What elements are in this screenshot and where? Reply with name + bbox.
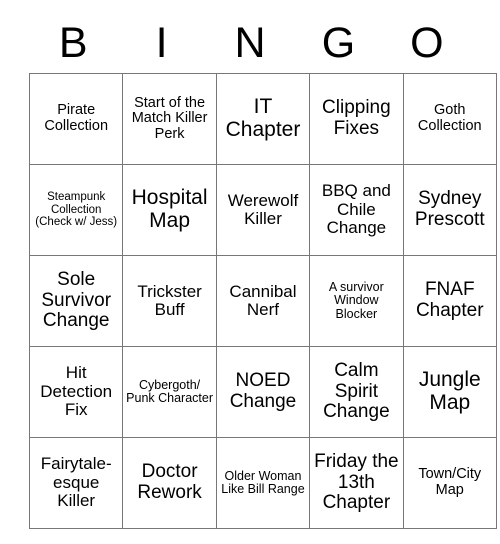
bingo-row: Sole Survivor Change Trickster Buff Cann… <box>28 255 497 347</box>
bingo-cell-label: Hospital Map <box>131 186 208 232</box>
bingo-cell[interactable]: Sydney Prescott <box>402 164 497 256</box>
bingo-header-letter-g: G <box>321 19 356 67</box>
bingo-cell[interactable]: Start of the Match Killer Perk <box>122 73 217 165</box>
bingo-row: Hit Detection Fix Cybergoth/ Punk Charac… <box>28 346 497 438</box>
bingo-header-letter-i: I <box>155 19 168 67</box>
bingo-cell-label: Doctor Rework <box>137 461 202 503</box>
bingo-cell[interactable]: Older Woman Like Bill Range <box>215 437 311 529</box>
bingo-cell[interactable]: FNAF Chapter <box>402 255 497 347</box>
bingo-header-letter-o: O <box>410 19 444 67</box>
bingo-cell-label: Older Woman Like Bill Range <box>221 468 305 496</box>
bingo-cell[interactable]: Goth Collection <box>402 73 497 165</box>
bingo-cell-label: Fairytale-esque Killer <box>40 454 112 511</box>
bingo-cell-label: Start of the Match Killer Perk <box>131 94 208 142</box>
bingo-cell-label: Sydney Prescott <box>414 188 485 230</box>
bingo-cell[interactable]: Cybergoth/ Punk Character <box>122 346 217 438</box>
bingo-card: B I N G O Pirate Collection Start of the… <box>28 0 497 529</box>
bingo-cell[interactable]: Clipping Fixes <box>309 73 404 165</box>
bingo-cell[interactable]: BBQ and Chile Change <box>309 164 404 256</box>
bingo-header-letter-n: N <box>234 19 266 67</box>
bingo-cell-label: Goth Collection <box>417 102 482 134</box>
bingo-cell-label: BBQ and Chile Change <box>321 181 391 238</box>
bingo-row: Fairytale-esque Killer Doctor Rework Old… <box>28 437 497 529</box>
bingo-cell-label: Hit Detection Fix <box>40 363 113 420</box>
bingo-cell-label: Cybergoth/ Punk Character <box>126 377 214 405</box>
bingo-cell[interactable]: Hit Detection Fix <box>28 346 124 438</box>
bingo-cell[interactable]: Sole Survivor Change <box>28 255 124 347</box>
bingo-cell[interactable]: Hospital Map <box>122 164 217 256</box>
bingo-cell[interactable]: A survivor Window Blocker <box>309 255 404 347</box>
bingo-cell-label: Clipping Fixes <box>322 97 391 139</box>
bingo-cell[interactable]: NOED Change <box>215 346 311 438</box>
bingo-cell[interactable]: Doctor Rework <box>122 437 217 529</box>
bingo-cell-label: Town/City Map <box>418 466 482 498</box>
bingo-row: Steampunk Collection (Check w/ Jess) Hos… <box>28 164 497 256</box>
bingo-cell-label: Werewolf Killer <box>227 190 299 228</box>
bingo-cell[interactable]: Jungle Map <box>402 346 497 438</box>
bingo-cell-label: IT Chapter <box>225 95 301 141</box>
bingo-cell-label: FNAF Chapter <box>415 279 484 321</box>
bingo-cell-label: Trickster Buff <box>137 281 202 319</box>
bingo-cell[interactable]: Werewolf Killer <box>215 164 311 256</box>
bingo-cell[interactable]: Town/City Map <box>402 437 497 529</box>
bingo-row: Pirate Collection Start of the Match Kil… <box>28 73 497 165</box>
bingo-cell-label: Jungle Map <box>418 368 481 414</box>
bingo-cell[interactable]: Friday the 13th Chapter <box>309 437 404 529</box>
bingo-cell-label: Friday the 13th Chapter <box>314 451 399 514</box>
bingo-cell-label: A survivor Window Blocker <box>328 279 384 321</box>
bingo-header-letter-b: B <box>58 19 88 67</box>
bingo-cell-label: Steampunk Collection (Check w/ Jess) <box>35 191 118 229</box>
bingo-cell-label: Sole Survivor Change <box>41 269 112 332</box>
bingo-cell[interactable]: Cannibal Nerf <box>215 255 311 347</box>
bingo-cell-label: Pirate Collection <box>44 102 109 134</box>
bingo-cell-label: Calm Spirit Change <box>323 360 390 423</box>
bingo-header-row: B I N G O <box>29 0 471 73</box>
bingo-grid: Pirate Collection Start of the Match Kil… <box>28 73 497 529</box>
bingo-cell[interactable]: Calm Spirit Change <box>309 346 404 438</box>
bingo-cell-label: NOED Change <box>229 370 297 412</box>
bingo-cell[interactable]: Pirate Collection <box>28 73 124 165</box>
bingo-cell-label: Cannibal Nerf <box>229 281 297 319</box>
bingo-cell[interactable]: IT Chapter <box>215 73 311 165</box>
bingo-cell[interactable]: Fairytale-esque Killer <box>28 437 124 529</box>
bingo-cell[interactable]: Trickster Buff <box>122 255 217 347</box>
bingo-cell[interactable]: Steampunk Collection (Check w/ Jess) <box>28 164 124 256</box>
